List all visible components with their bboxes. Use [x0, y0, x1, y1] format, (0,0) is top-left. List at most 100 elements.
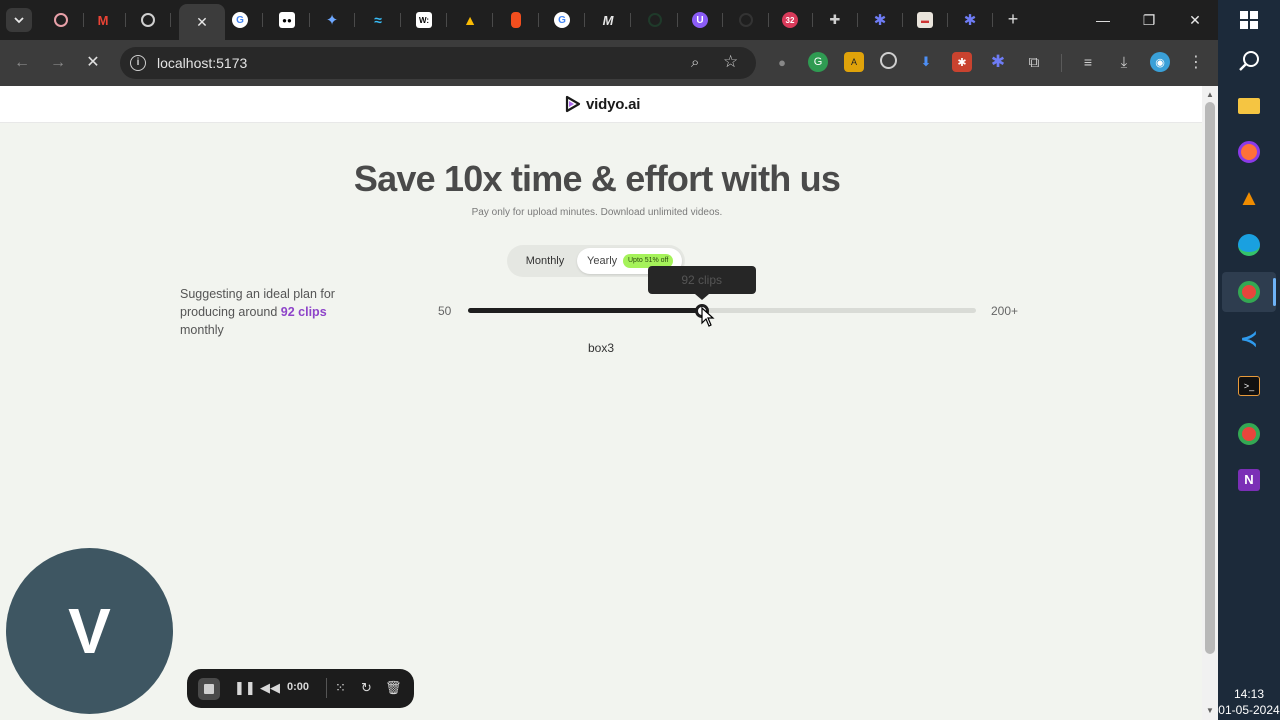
bookmark-star-icon[interactable]: ☆ — [723, 52, 738, 72]
plan-suggestion: Suggesting an ideal plan for producing a… — [180, 285, 360, 339]
figma-icon — [511, 12, 521, 28]
taskbar-onenote[interactable]: N — [1229, 460, 1269, 500]
tab-chrome[interactable] — [125, 4, 171, 36]
taskbar-search[interactable] — [1229, 41, 1269, 81]
github-icon — [648, 13, 662, 27]
restart-icon[interactable]: ↻ — [361, 680, 372, 696]
taskbar-vlc[interactable]: ▲ — [1229, 178, 1269, 218]
firefox-icon — [1238, 141, 1260, 163]
yearly-label: Yearly — [587, 255, 618, 267]
monthly-option[interactable]: Monthly — [511, 248, 579, 274]
taskbar-file-explorer[interactable] — [1229, 86, 1269, 126]
scroll-down-arrow-icon[interactable]: ▼ — [1206, 706, 1214, 715]
ext-snowflake-icon[interactable]: ✱ — [988, 52, 1008, 72]
restore-button[interactable]: ❐ — [1126, 8, 1172, 32]
tab-gemini[interactable]: ✦ — [309, 4, 355, 36]
stop-loading-button[interactable]: ✕ — [81, 51, 105, 75]
ext-drop-icon[interactable]: ● — [772, 52, 792, 72]
taskbar-chrome-2[interactable] — [1229, 414, 1269, 454]
taskbar-terminal[interactable]: >_ — [1229, 366, 1269, 406]
tab-m[interactable]: M — [585, 4, 631, 36]
chrome-icon — [1238, 423, 1260, 445]
extensions-puzzle-icon[interactable]: ⧉ — [1024, 52, 1044, 72]
slider-max-label: 200+ — [991, 304, 1019, 318]
box-label: box3 — [588, 341, 615, 355]
presenter-avatar: V — [6, 548, 173, 714]
rewind-icon[interactable]: ◀◀ — [260, 680, 280, 696]
word-icon: W: — [416, 12, 432, 28]
taskbar-vscode[interactable]: ≺ — [1229, 319, 1269, 359]
trash-icon[interactable]: 🗑 — [385, 680, 402, 696]
ext-grammarly-icon[interactable]: G — [808, 52, 828, 72]
image-icon: ▬ — [917, 12, 933, 28]
profile-avatar-icon[interactable]: ◉ — [1150, 52, 1170, 72]
tab-figma[interactable] — [493, 4, 539, 36]
menu-kebab-icon[interactable]: ⋮ — [1186, 52, 1206, 72]
medium-icon: ●● — [279, 12, 295, 28]
tab-github-2[interactable] — [723, 4, 769, 36]
scrollbar-thumb[interactable] — [1205, 102, 1215, 654]
tab-word[interactable]: W: — [401, 4, 447, 36]
u-logo-icon: U — [692, 12, 708, 28]
clock-date: 01-05-2024 — [1218, 703, 1280, 717]
url-text[interactable]: localhost:5173 — [157, 55, 247, 71]
taskbar-edge[interactable] — [1229, 225, 1269, 265]
taskbar-chrome-active[interactable] — [1222, 272, 1276, 312]
downloads-icon[interactable]: ⤓ — [1114, 52, 1134, 72]
tab-record[interactable] — [38, 4, 84, 36]
minimize-button[interactable]: — — [1080, 8, 1126, 32]
tab-snowflake-2[interactable]: ✱ — [947, 4, 993, 36]
tab-drive[interactable]: ▲ — [447, 4, 493, 36]
gmail-icon: M — [97, 12, 109, 28]
tab-snowflake[interactable]: ✱ — [857, 4, 903, 36]
hero-subtitle: Pay only for upload minutes. Download un… — [471, 207, 723, 218]
chrome-icon — [141, 13, 155, 27]
suggestion-suffix: monthly — [180, 323, 224, 337]
tab-notifications[interactable]: 32 — [767, 4, 813, 36]
puzzle-icon: ✚ — [829, 12, 841, 27]
ext-download-arrow-icon[interactable]: ⬇ — [916, 52, 936, 72]
ext-target-icon[interactable] — [880, 52, 897, 69]
stop-recording-button[interactable] — [198, 678, 220, 700]
ext-red-icon[interactable]: ✱ — [952, 52, 972, 72]
tab-google[interactable]: G — [217, 4, 263, 36]
google-icon: G — [232, 12, 248, 28]
windows-taskbar: ▲ ≺ >_ N 14:13 01-05-2024 — [1218, 0, 1280, 720]
clips-slider-track[interactable] — [468, 308, 976, 313]
site-logo[interactable]: vidyo.ai — [564, 95, 640, 113]
m-logo-icon: M — [602, 12, 614, 28]
snowflake-icon: ✱ — [963, 12, 977, 29]
vlc-icon: ▲ — [1238, 185, 1260, 210]
media-control-icon[interactable]: ≡ — [1078, 52, 1098, 72]
tab-search-button[interactable] — [6, 8, 32, 32]
pause-icon[interactable]: ❚❚ — [234, 680, 256, 696]
zoom-icon[interactable]: ⌕ — [691, 54, 699, 71]
page-scrollbar[interactable]: ▲ ▼ — [1202, 86, 1218, 720]
recording-controls: ❚❚ ◀◀ 0:00 ⁙ ↻ 🗑 — [187, 669, 414, 708]
grid-icon[interactable]: ⁙ — [335, 680, 346, 696]
recording-timer: 0:00 — [287, 681, 310, 693]
tab-tailwind[interactable]: ≈ — [355, 4, 401, 36]
start-button[interactable] — [1229, 0, 1269, 40]
site-info-icon[interactable]: i — [130, 55, 146, 71]
system-clock[interactable]: 14:13 01-05-2024 — [1218, 686, 1280, 718]
ext-scout-icon[interactable]: A — [844, 52, 864, 72]
new-tab-button[interactable]: + — [1003, 9, 1023, 29]
tab-google-2[interactable]: G — [539, 4, 585, 36]
tab-extensions[interactable]: ✚ — [812, 4, 858, 36]
close-window-button[interactable]: ✕ — [1172, 8, 1218, 32]
page-viewport: vidyo.ai Save 10x time & effort with us … — [0, 86, 1202, 720]
tab-medium[interactable]: ●● — [264, 4, 310, 36]
close-tab-icon[interactable]: ✕ — [196, 14, 208, 31]
tab-gmail[interactable]: M — [80, 4, 126, 36]
address-bar[interactable]: i localhost:5173 ⌕ ☆ — [120, 47, 756, 79]
tab-image[interactable]: ▬ — [902, 4, 948, 36]
back-button[interactable]: ← — [10, 51, 34, 75]
forward-button[interactable]: → — [46, 51, 70, 75]
tab-github[interactable] — [632, 4, 678, 36]
tab-u[interactable]: U — [677, 4, 723, 36]
scroll-up-arrow-icon[interactable]: ▲ — [1206, 90, 1214, 99]
chrome-icon — [1238, 281, 1260, 303]
taskbar-firefox[interactable] — [1229, 132, 1269, 172]
slider-min-label: 50 — [438, 304, 452, 318]
